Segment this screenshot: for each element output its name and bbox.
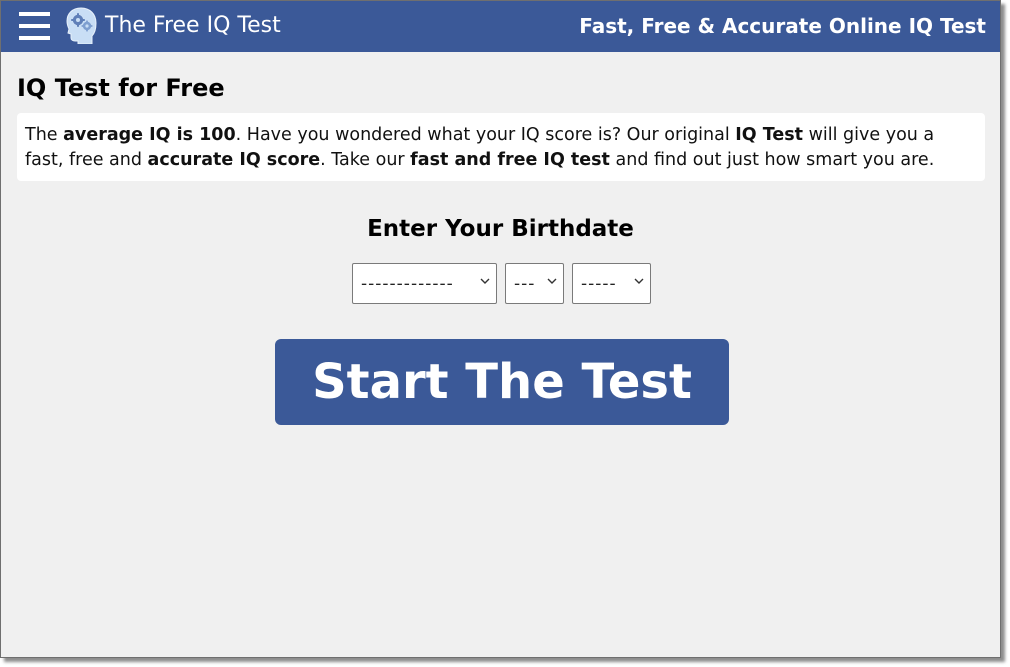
chevron-down-icon — [480, 278, 490, 284]
hamburger-menu-icon[interactable] — [19, 12, 50, 42]
chevron-down-icon — [547, 278, 557, 284]
intro-text: The — [25, 125, 64, 145]
site-header: The Free IQ Test Fast, Free & Accurate O… — [1, 1, 1000, 52]
birth-month-select[interactable]: ------------- — [352, 263, 497, 304]
page-title: IQ Test for Free — [17, 74, 225, 102]
intro-paragraph: The average IQ is 100. Have you wondered… — [17, 113, 985, 181]
start-test-button[interactable]: Start The Test — [275, 339, 729, 425]
birth-year-value: ----- — [581, 274, 617, 294]
chevron-down-icon — [634, 278, 644, 284]
brain-gears-head-icon[interactable] — [64, 6, 98, 44]
birth-year-select[interactable]: ----- — [572, 263, 651, 304]
site-title-link[interactable]: The Free IQ Test — [105, 12, 281, 40]
birth-month-value: ------------- — [361, 274, 454, 294]
site-tagline: Fast, Free & Accurate Online IQ Test — [579, 14, 986, 38]
intro-text: . Have you wondered what your IQ score i… — [235, 125, 736, 145]
birth-day-value: --- — [514, 274, 536, 294]
intro-bold-text: IQ Test — [735, 125, 804, 145]
intro-bold-text: accurate IQ score — [147, 150, 321, 170]
intro-bold-text: fast and free IQ test — [410, 150, 610, 170]
intro-text: and find out just how smart you are. — [609, 150, 935, 170]
birth-day-select[interactable]: --- — [505, 263, 564, 304]
birthdate-heading: Enter Your Birthdate — [367, 216, 634, 242]
browser-viewport: The Free IQ Test Fast, Free & Accurate O… — [0, 0, 1001, 658]
intro-text: . Take our — [320, 150, 411, 170]
intro-bold-text: average IQ is 100 — [63, 125, 236, 145]
